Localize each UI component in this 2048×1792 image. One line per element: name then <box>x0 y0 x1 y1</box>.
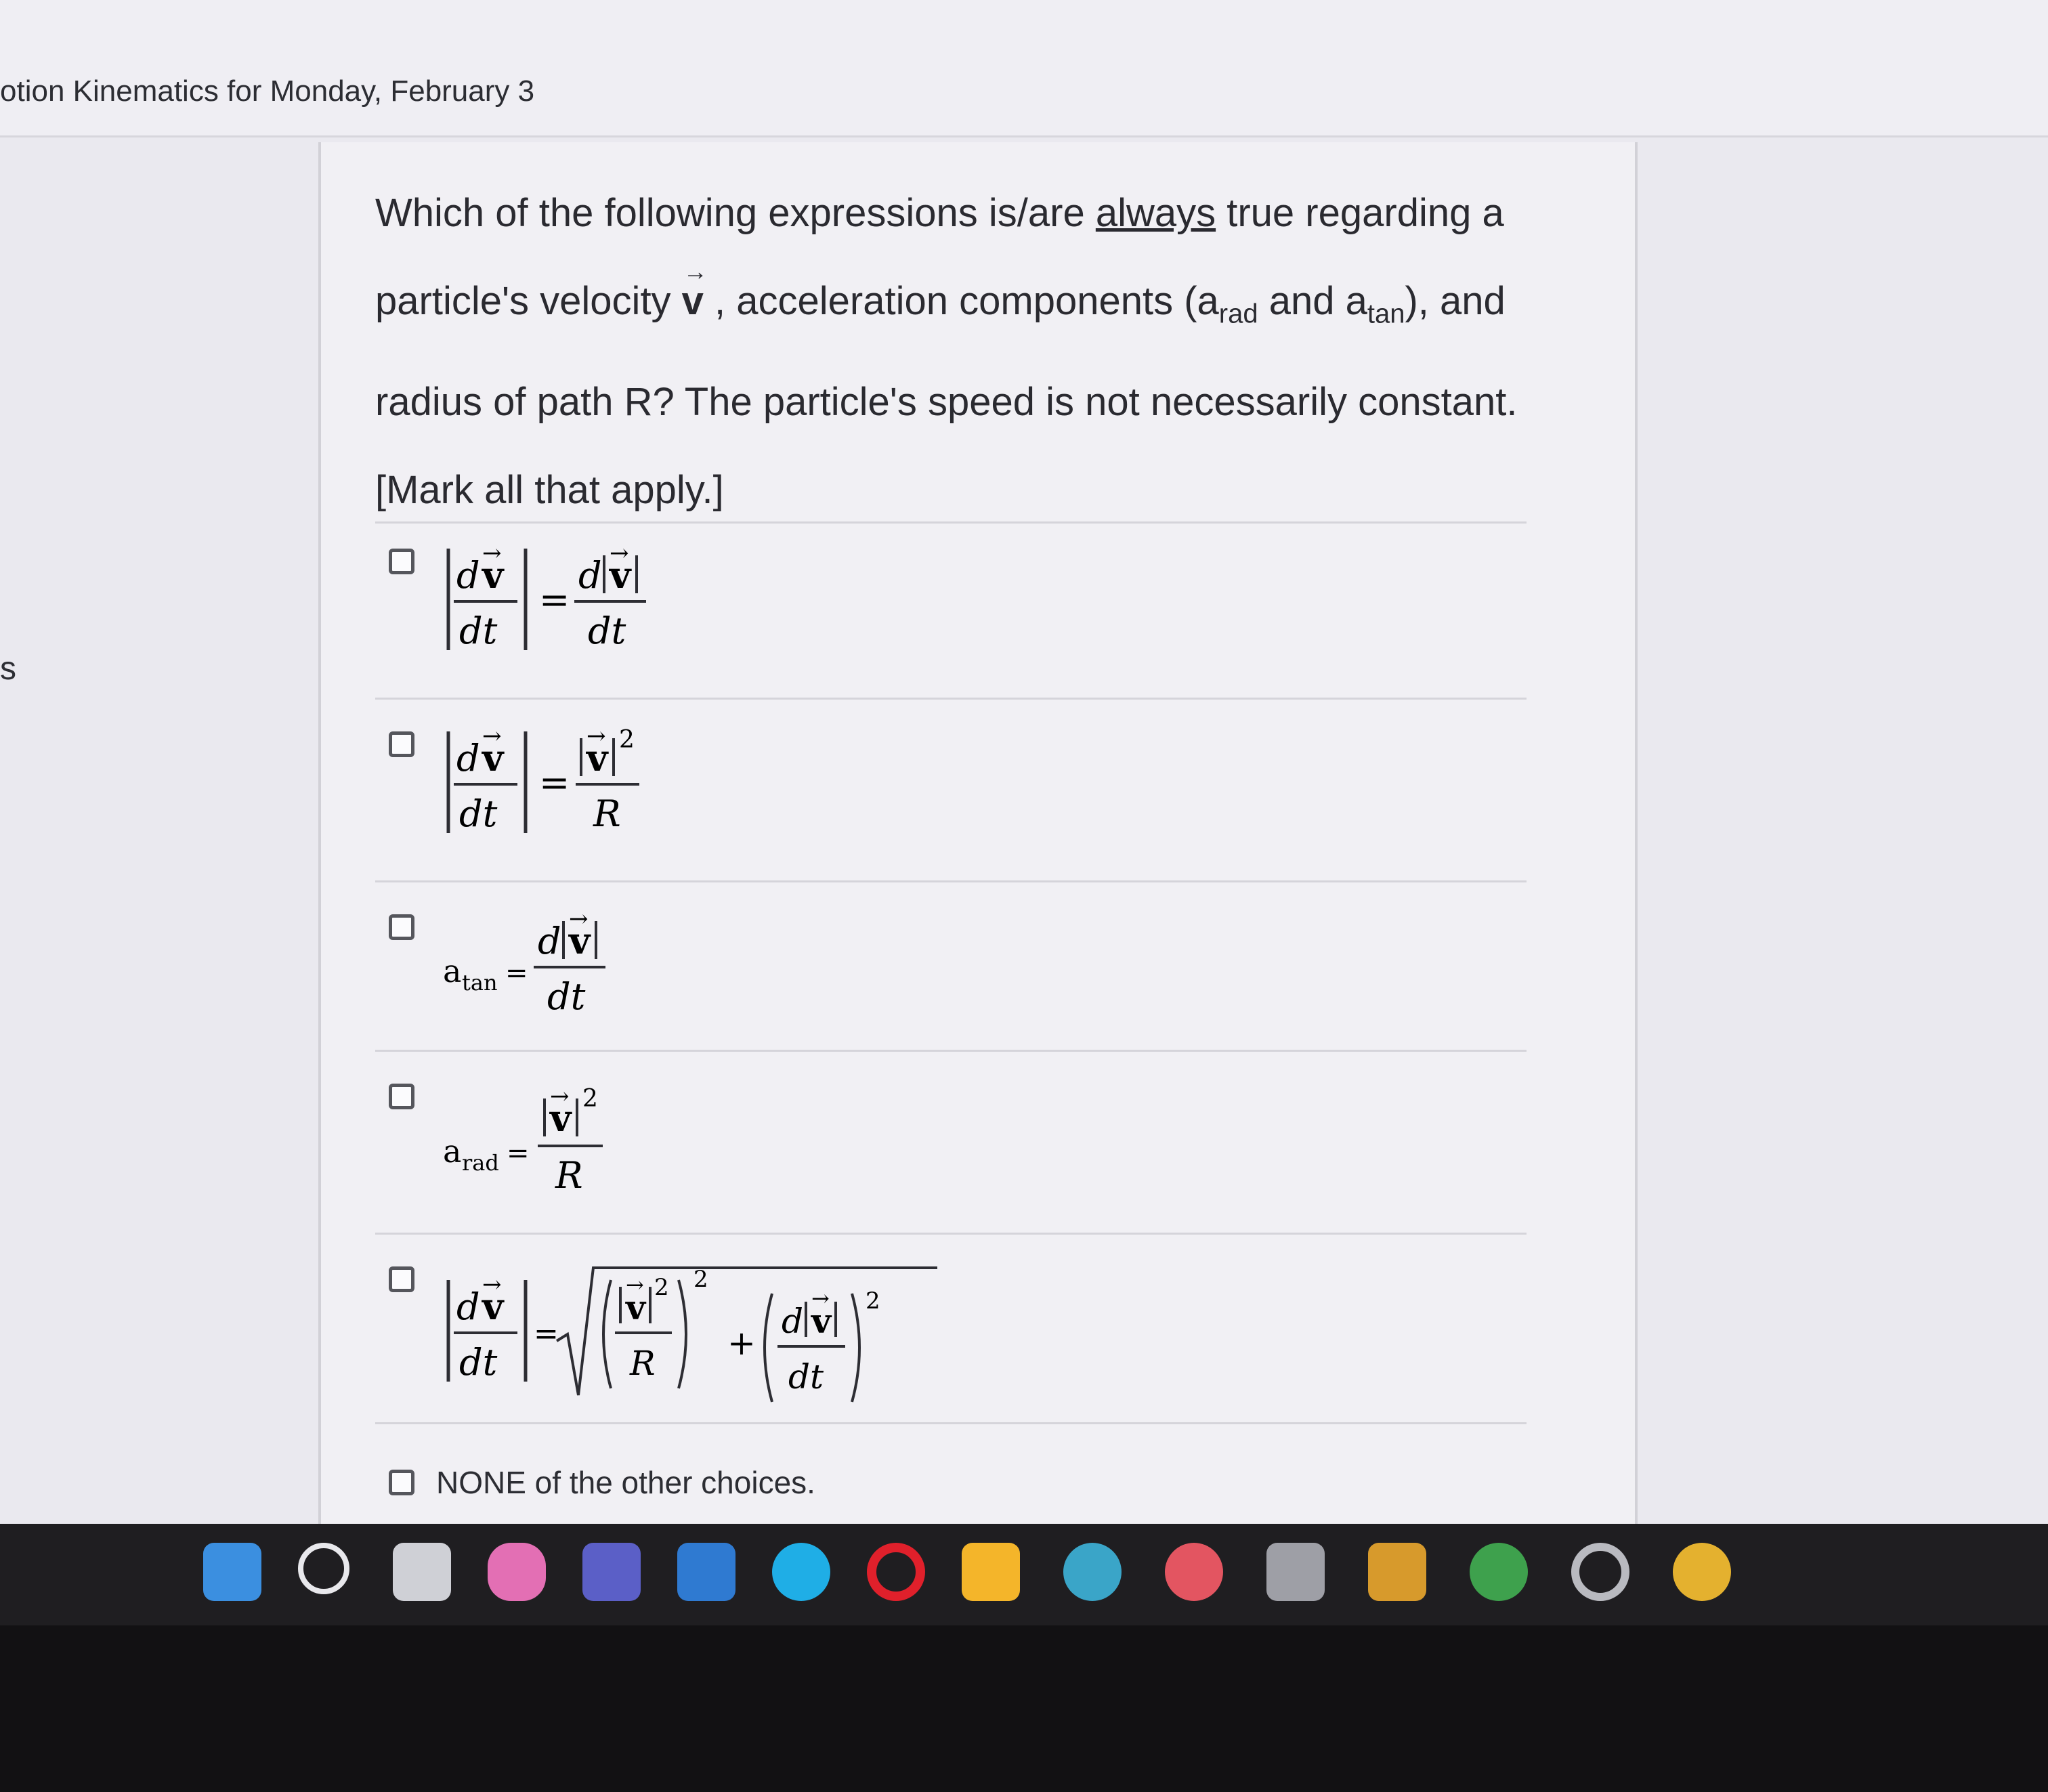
math-superscript: 2 <box>866 1287 880 1315</box>
choice-3-expression: a tan = d v → dt <box>443 905 727 1045</box>
math-dt: dt <box>547 975 586 1018</box>
monitor-bezel <box>0 1625 2048 1792</box>
choice-2[interactable]: d v → dt = v → 2 R <box>389 723 1472 880</box>
divider <box>375 1233 1527 1235</box>
subscript-rad: rad <box>1218 299 1258 329</box>
store-icon[interactable] <box>677 1543 735 1601</box>
media-app-icon[interactable] <box>1368 1543 1426 1601</box>
settings-icon[interactable] <box>1571 1543 1629 1601</box>
question-part: and a <box>1258 279 1367 323</box>
choice-3[interactable]: a tan = d v → dt <box>389 905 1472 1063</box>
choice-6[interactable]: NONE of the other choices. <box>389 1465 1472 1510</box>
math-superscript: 2 <box>694 1266 708 1293</box>
math-equals: = <box>505 958 528 989</box>
velocity-vector-symbol: v <box>682 228 708 345</box>
windows-start-icon[interactable] <box>203 1543 261 1601</box>
screen: otion Kinematics for Monday, February 3 … <box>0 0 2048 1524</box>
choice-5-checkbox[interactable] <box>389 1266 414 1292</box>
choice-4-expression: a rad = v → 2 R <box>443 1083 727 1214</box>
math-superscript: 2 <box>654 1274 669 1301</box>
choice-3-checkbox[interactable] <box>389 914 414 940</box>
divider <box>375 521 1527 524</box>
copilot-icon[interactable] <box>488 1543 546 1601</box>
math-equals: = <box>539 578 570 621</box>
vector-arrow: → <box>550 1083 570 1110</box>
math-sub-rad: rad <box>462 1150 499 1176</box>
choice-2-expression: d v → dt = v → 2 R <box>443 723 727 862</box>
math-d: d <box>578 554 602 597</box>
vector-arrow: → <box>482 540 502 567</box>
page-header: otion Kinematics for Monday, February 3 <box>0 0 2048 137</box>
math-sub-tan: tan <box>462 970 498 996</box>
math-equals: = <box>507 1138 530 1169</box>
subscript-tan: tan <box>1367 299 1405 329</box>
math-R: R <box>555 1154 583 1197</box>
taskbar <box>0 1524 2048 1625</box>
side-nav-fragment: s <box>0 651 16 687</box>
math-d: d <box>456 1285 480 1328</box>
browser-icon[interactable] <box>1063 1543 1122 1601</box>
math-R: R <box>629 1344 656 1383</box>
vector-arrow: → <box>626 1272 644 1298</box>
math-a: a <box>443 1133 461 1170</box>
divider <box>375 1050 1527 1052</box>
question-part: Which of the following expressions is/ar… <box>375 191 1096 235</box>
file-explorer-icon[interactable] <box>962 1543 1020 1601</box>
page-title: otion Kinematics for Monday, February 3 <box>0 74 535 108</box>
math-superscript: 2 <box>582 1085 598 1113</box>
math-d: d <box>782 1302 803 1341</box>
divider <box>375 698 1527 700</box>
question-emphasis: always <box>1095 191 1216 235</box>
math-plus: + <box>727 1323 756 1363</box>
opera-icon[interactable] <box>867 1543 925 1601</box>
vector-arrow: → <box>569 905 589 933</box>
math-equals: = <box>539 761 570 804</box>
choice-4[interactable]: a rad = v → 2 R <box>389 1083 1472 1233</box>
choice-6-label: NONE of the other choices. <box>436 1465 815 1500</box>
math-a: a <box>443 953 461 989</box>
edge-icon[interactable] <box>772 1543 830 1601</box>
app-icon[interactable] <box>1165 1543 1223 1601</box>
math-dt: dt <box>459 792 498 835</box>
question-card: Which of the following expressions is/ar… <box>318 142 1638 1524</box>
vector-arrow: → <box>482 723 502 750</box>
math-d: d <box>456 737 480 780</box>
math-d: d <box>538 920 561 962</box>
math-d: d <box>456 554 480 597</box>
search-icon[interactable] <box>298 1543 349 1594</box>
vector-arrow: → <box>482 1271 502 1298</box>
choice-5[interactable]: d v → dt = v → 2 R 2 + d v → dt 2 <box>389 1266 1472 1415</box>
snipping-tool-icon[interactable] <box>1266 1543 1325 1601</box>
vector-arrow: → <box>586 723 606 750</box>
choice-2-checkbox[interactable] <box>389 731 414 757</box>
chrome-profile-icon[interactable] <box>1470 1543 1528 1601</box>
choice-1[interactable]: d v → dt = d v → dt <box>389 540 1472 698</box>
divider <box>375 880 1527 882</box>
vector-arrow: → <box>610 540 629 567</box>
choice-1-expression: d v → dt = d v → dt <box>443 540 727 679</box>
task-view-icon[interactable] <box>393 1543 451 1601</box>
teams-icon[interactable] <box>582 1543 641 1601</box>
math-dt: dt <box>459 610 498 652</box>
vector-arrow: → <box>811 1285 830 1311</box>
math-R: R <box>593 792 621 835</box>
chrome-icon[interactable] <box>1673 1543 1731 1601</box>
question-text: Which of the following expressions is/ar… <box>375 169 1567 534</box>
math-equals: = <box>534 1317 559 1351</box>
math-dt: dt <box>588 610 626 652</box>
question-part: , acceleration components (a <box>703 279 1219 323</box>
choice-1-checkbox[interactable] <box>389 549 414 574</box>
choice-4-checkbox[interactable] <box>389 1084 414 1109</box>
math-dt: dt <box>459 1341 498 1384</box>
choice-6-checkbox[interactable] <box>389 1470 414 1495</box>
math-dt: dt <box>788 1357 824 1396</box>
divider <box>375 1422 1527 1424</box>
choice-5-expression: d v → dt = v → 2 R 2 + d v → dt 2 <box>443 1266 958 1411</box>
math-superscript: 2 <box>619 726 635 754</box>
